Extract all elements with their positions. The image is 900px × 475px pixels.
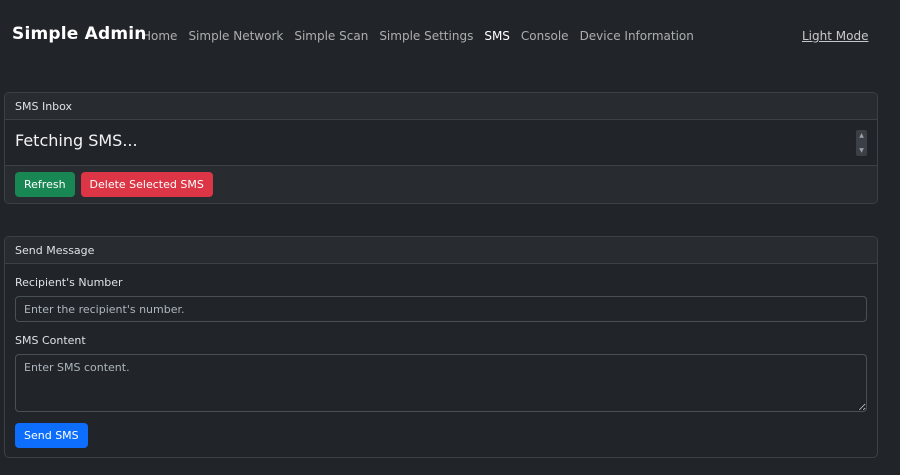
nav-link-simple-settings[interactable]: Simple Settings (379, 29, 473, 43)
delete-selected-sms-button[interactable]: Delete Selected SMS (80, 172, 213, 197)
brand-title[interactable]: Simple Admin (12, 24, 147, 44)
nav-links: Home Simple Network Simple Scan Simple S… (142, 29, 705, 43)
nav-link-console[interactable]: Console (521, 29, 569, 43)
fetching-status: Fetching SMS... (15, 131, 138, 150)
nav-link-simple-scan[interactable]: Simple Scan (294, 29, 368, 43)
navbar: Simple Admin Home Simple Network Simple … (0, 0, 900, 72)
sms-inbox-footer: Refresh Delete Selected SMS (5, 166, 877, 203)
nav-link-home[interactable]: Home (142, 29, 177, 43)
light-mode-toggle[interactable]: Light Mode (802, 29, 868, 43)
inbox-scrollbar[interactable]: ▲ ▼ (856, 130, 867, 156)
scroll-down-icon[interactable]: ▼ (859, 147, 864, 154)
nav-link-device-information[interactable]: Device Information (580, 29, 694, 43)
sms-content-label: SMS Content (15, 334, 86, 347)
scroll-up-icon[interactable]: ▲ (859, 132, 864, 139)
sms-inbox-card: SMS Inbox Fetching SMS... ▲ ▼ Refresh De… (4, 92, 878, 204)
recipient-number-input[interactable] (15, 296, 867, 322)
nav-link-simple-network[interactable]: Simple Network (188, 29, 283, 43)
sms-inbox-header: SMS Inbox (5, 93, 877, 120)
refresh-button[interactable]: Refresh (15, 172, 75, 197)
send-message-card: Send Message Recipient's Number SMS Cont… (4, 236, 878, 458)
recipient-label: Recipient's Number (15, 276, 123, 289)
nav-link-sms[interactable]: SMS (484, 29, 510, 43)
send-sms-button[interactable]: Send SMS (15, 423, 88, 448)
sms-content-textarea[interactable] (15, 354, 867, 412)
send-message-header: Send Message (5, 237, 877, 264)
send-message-body: Recipient's Number SMS Content Send SMS (5, 264, 877, 448)
sms-inbox-body: Fetching SMS... ▲ ▼ (5, 120, 877, 166)
